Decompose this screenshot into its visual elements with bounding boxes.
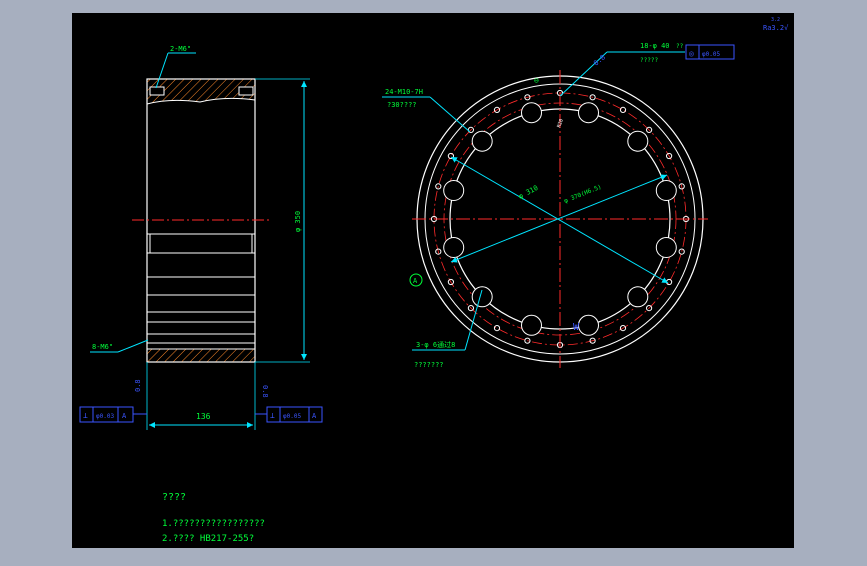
- bottom-callout-2: ???????: [414, 361, 444, 369]
- svg-text:φ0.05: φ0.05: [283, 413, 301, 420]
- svg-text:◎: ◎: [689, 49, 694, 58]
- tl-callout-2: ?30????: [387, 101, 417, 109]
- notes-line1: 1.?????????????????: [162, 519, 265, 529]
- scallop-pocket: [578, 102, 599, 124]
- side-mark-left: 0.8: [134, 379, 142, 392]
- drawing-canvas: 2-M6" 8-M6" φ 350 136 0.8 0.8 ⊥ φ0.03 A: [72, 13, 794, 548]
- svg-text:φ0.03: φ0.03: [96, 413, 114, 420]
- scallop-pocket: [521, 314, 542, 336]
- scallop-pocket: [471, 130, 493, 152]
- cad-viewport: 2-M6" 8-M6" φ 350 136 0.8 0.8 ⊥ φ0.03 A: [0, 0, 867, 562]
- bottom-hatch: [146, 348, 256, 363]
- top-thread-note: 2-M6": [170, 45, 191, 53]
- tr-callout-2: ??: [676, 43, 684, 50]
- scallop-pocket: [627, 130, 649, 152]
- scallop-pocket: [655, 237, 677, 258]
- svg-text:⊥: ⊥: [83, 411, 88, 420]
- scallop-pocket: [443, 237, 465, 258]
- height-dimension: φ 350: [294, 211, 302, 232]
- small-mark: ⊖: [534, 76, 539, 85]
- svg-text:⊥: ⊥: [270, 411, 275, 420]
- roughness-corner: Ra3.2√: [763, 24, 789, 32]
- scallop-pocket: [443, 180, 465, 201]
- tl-callout-1: 24-M10-7H: [385, 88, 423, 96]
- w-mark: W: [573, 322, 580, 333]
- top-hole-left: [149, 86, 165, 96]
- notes-title: ????: [162, 492, 186, 503]
- scallop-pocket: [578, 314, 599, 336]
- bottom-callout-1: 3-φ 6通过8: [416, 340, 455, 349]
- width-dimension: 136: [196, 412, 211, 421]
- scallop-pocket: [627, 286, 649, 308]
- side-mark-right: 0.8: [261, 385, 269, 398]
- top-hole-right: [238, 86, 254, 96]
- tr-callout-3: ?????: [640, 57, 658, 64]
- bottom-thread-note: 8-M6": [92, 343, 113, 351]
- corner-small: 3.2: [771, 17, 780, 23]
- tr-callout-1: 18-φ 40: [640, 42, 670, 50]
- scallop-pocket: [521, 102, 542, 124]
- scallop-pocket: [471, 286, 493, 308]
- svg-text:φ0.05: φ0.05: [702, 51, 720, 58]
- notes-line2: 2.???? HB217-255?: [162, 534, 254, 544]
- scallop-pocket: [655, 180, 677, 201]
